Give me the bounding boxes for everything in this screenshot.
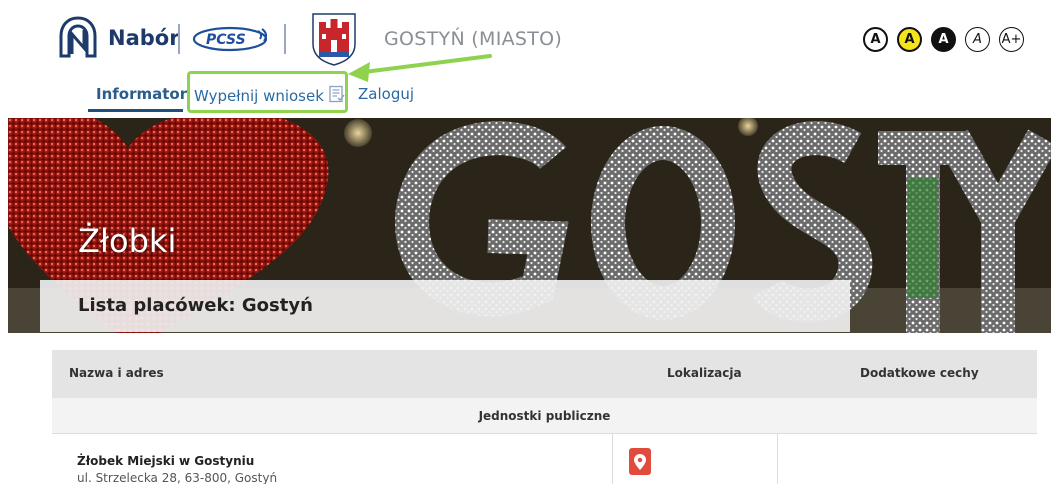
facility-list-heading: Lista placówek: Gostyń (78, 295, 313, 316)
svg-text:PCSS: PCSS (206, 32, 246, 48)
page-title: Żłobki (78, 222, 177, 260)
table-group-row: Jednostki publiczne (52, 398, 1037, 434)
annotation-arrow-icon (348, 54, 492, 82)
main-nav: Informator Wypełnij wniosek Zaloguj (0, 82, 600, 112)
accessibility-controls: A A A A A+ (863, 27, 1033, 52)
page-header: Nabór PCSS GOSTYŃ (MIASTO) A A A A A+ In… (0, 0, 1051, 118)
column-header-location[interactable]: Lokalizacja (667, 366, 742, 380)
font-size-increase-button[interactable]: A+ (999, 27, 1024, 52)
active-tab-indicator (88, 109, 183, 112)
nabor-logo[interactable]: Nabór (58, 16, 180, 60)
header-divider (178, 24, 180, 54)
column-header-features[interactable]: Dodatkowe cechy (860, 366, 979, 380)
hero-banner: Żłobki Lista placówek: Gostyń (8, 118, 1051, 333)
pcss-logo[interactable]: PCSS (192, 25, 272, 53)
brand-name: Nabór (108, 26, 180, 50)
facility-list-heading-box: Lista placówek: Gostyń (40, 280, 850, 332)
cell-divider (612, 434, 613, 484)
facility-name[interactable]: Żłobek Miejski w Gostyniu (77, 454, 254, 468)
map-pin-icon[interactable] (629, 448, 651, 475)
column-header-name[interactable]: Nazwa i adres (69, 366, 164, 380)
header-divider (284, 24, 286, 54)
table-header: Nazwa i adres Lokalizacja Dodatkowe cech… (52, 350, 1037, 398)
nav-informator[interactable]: Informator (96, 85, 187, 103)
nav-fill-application[interactable]: Wypełnij wniosek (194, 85, 346, 107)
cell-divider (777, 434, 778, 484)
facilities-table: Nazwa i adres Lokalizacja Dodatkowe cech… (52, 350, 1037, 484)
facility-address: ul. Strzelecka 28, 63-800, Gostyń (77, 471, 278, 484)
contrast-default-button[interactable]: A (863, 27, 888, 52)
nav-fill-application-label: Wypełnij wniosek (194, 87, 324, 105)
city-name: GOSTYŃ (MIASTO) (384, 28, 563, 50)
group-label: Jednostki publiczne (478, 409, 611, 423)
table-row[interactable]: Żłobek Miejski w Gostyniu ul. Strzelecka… (52, 434, 1037, 484)
nabor-logo-icon (59, 16, 97, 58)
contrast-yellow-button[interactable]: A (897, 27, 922, 52)
contrast-dark-button[interactable]: A (931, 27, 956, 52)
font-size-normal-button[interactable]: A (965, 27, 990, 52)
